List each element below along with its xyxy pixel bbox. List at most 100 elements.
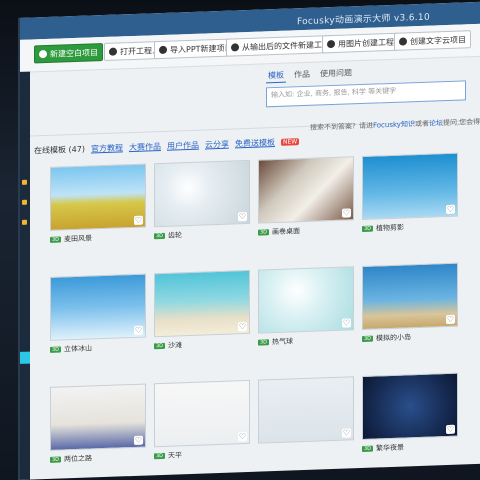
template-card[interactable]: ♡ 3D 模拟的小岛 xyxy=(362,262,458,344)
template-title: 热气球 xyxy=(272,337,294,347)
template-thumbnail[interactable]: ♡ xyxy=(50,383,146,451)
heart-icon[interactable]: ♡ xyxy=(238,432,247,442)
template-caption: 3D 天平 xyxy=(154,448,250,461)
template-card[interactable]: ♡ 3D 画卷桌面 xyxy=(258,156,354,237)
heart-icon[interactable]: ♡ xyxy=(238,212,247,222)
template-title: 两位之路 xyxy=(64,454,93,464)
template-badge: 3D xyxy=(50,456,62,463)
template-title: 画卷桌面 xyxy=(272,227,301,237)
template-caption xyxy=(258,444,354,448)
template-badge: 3D xyxy=(362,445,374,452)
template-caption: 3D 植物剪影 xyxy=(362,221,458,234)
heart-icon[interactable]: ♡ xyxy=(342,208,351,218)
template-badge: 3D xyxy=(50,236,62,243)
search-area: 模板 作品 使用问题 输入如: 企业, 商务, 报告, 科学 等关键字 xyxy=(266,62,480,120)
hint-prefix: 搜索不到答案？请进 xyxy=(310,121,373,132)
template-badge: 3D xyxy=(258,229,270,236)
template-thumbnail[interactable]: ♡ xyxy=(362,372,458,440)
template-thumbnail[interactable]: ♡ xyxy=(154,379,250,448)
template-thumbnail[interactable]: ♡ xyxy=(50,163,146,231)
heart-icon[interactable]: ♡ xyxy=(134,215,143,225)
template-card[interactable]: ♡ 3D 热气球 xyxy=(258,266,354,347)
template-title: 立体冰山 xyxy=(64,344,93,354)
template-thumbnail[interactable]: ♡ xyxy=(362,152,458,220)
template-caption: 3D 繁华夜景 xyxy=(362,441,458,454)
template-caption: 3D 模拟的小岛 xyxy=(362,331,458,344)
sidebar-marker[interactable] xyxy=(22,179,27,185)
new-blank-project-button[interactable]: 新建空白项目 xyxy=(34,43,103,64)
create-from-image-button[interactable]: 用图片创建工程 xyxy=(322,32,399,54)
left-sidebar xyxy=(20,71,30,480)
tab-questions[interactable]: 使用问题 xyxy=(318,66,354,81)
filter-cloud-share[interactable]: 云分享 xyxy=(205,139,229,151)
template-card[interactable]: ♡ 3D 齿轮 xyxy=(154,159,250,241)
template-thumbnail[interactable]: ♡ xyxy=(50,273,146,341)
template-caption: 3D 麦田风景 xyxy=(50,232,146,245)
window-title: Focusky动画演示大师 v3.6.10 xyxy=(296,12,430,28)
template-caption: 3D 热气球 xyxy=(258,334,354,347)
template-card[interactable]: ♡ 3D 两位之路 xyxy=(50,383,146,465)
template-thumbnail[interactable]: ♡ xyxy=(258,156,354,224)
template-card[interactable]: ♡ xyxy=(258,376,354,448)
template-card[interactable]: ♡ 3D 天平 xyxy=(154,379,250,461)
heart-icon[interactable]: ♡ xyxy=(238,322,247,332)
template-card[interactable]: ♡ 3D 繁华夜景 xyxy=(362,372,458,454)
template-thumbnail[interactable]: ♡ xyxy=(258,266,354,334)
search-input[interactable]: 输入如: 企业, 商务, 报告, 科学 等关键字 xyxy=(266,80,466,108)
sidebar-marker[interactable] xyxy=(22,219,27,225)
sidebar-marker[interactable] xyxy=(22,199,27,205)
create-text-cloud-label: 创建文字云项目 xyxy=(410,34,466,46)
new-from-output-button[interactable]: 从输出后的文件新建工程 xyxy=(226,34,335,57)
sidebar-active-tab[interactable] xyxy=(20,351,30,364)
template-thumbnail[interactable]: ♡ xyxy=(258,376,354,444)
filter-free-templates[interactable]: 免费送模板 xyxy=(235,137,275,149)
new-from-output-label: 从输出后的文件新建工程 xyxy=(242,39,330,52)
tab-templates[interactable]: 模板 xyxy=(266,68,286,84)
hint-knowledge-link[interactable]: Focusky知识 xyxy=(373,120,415,129)
template-card[interactable]: ♡ 3D 立体冰山 xyxy=(50,273,146,355)
template-badge: 3D xyxy=(154,232,166,240)
heart-icon[interactable]: ♡ xyxy=(446,314,455,325)
template-thumbnail[interactable]: ♡ xyxy=(154,269,250,338)
hint-suffix: 提问,您会得到 xyxy=(442,117,480,128)
app-window: Focusky动画演示大师 v3.6.10 新建空白项目 打开工程... 导入P… xyxy=(18,1,480,480)
search-placeholder: 输入如: 企业, 商务, 报告, 科学 等关键字 xyxy=(271,86,397,100)
heart-icon[interactable]: ♡ xyxy=(446,424,455,435)
template-caption: 3D 沙滩 xyxy=(154,338,250,351)
filter-contest-works[interactable]: 大赛作品 xyxy=(129,141,161,153)
create-text-cloud-button[interactable]: 创建文字云项目 xyxy=(394,30,471,51)
heart-icon[interactable]: ♡ xyxy=(342,318,351,328)
template-caption: 3D 画卷桌面 xyxy=(258,224,354,237)
template-badge: 3D xyxy=(362,335,374,342)
heart-icon[interactable]: ♡ xyxy=(134,325,143,335)
heart-icon[interactable]: ♡ xyxy=(134,435,143,445)
template-caption: 3D 两位之路 xyxy=(50,452,146,465)
cloud-icon xyxy=(399,37,407,46)
template-caption: 3D 立体冰山 xyxy=(50,342,146,355)
template-card[interactable]: ♡ 3D 沙滩 xyxy=(154,269,250,351)
import-ppt-button[interactable]: 导入PPT新建项目 xyxy=(154,38,238,60)
image-icon xyxy=(327,39,335,49)
online-templates-count: 在线模板 (47) xyxy=(34,144,85,156)
tab-works[interactable]: 作品 xyxy=(292,68,312,83)
template-thumbnail[interactable]: ♡ xyxy=(154,159,250,228)
plus-icon xyxy=(39,49,47,59)
template-title: 齿轮 xyxy=(168,231,183,240)
template-badge: 3D xyxy=(258,339,270,346)
new-badge: NEW xyxy=(280,138,300,146)
ppt-icon xyxy=(159,45,167,55)
folder-icon xyxy=(109,47,117,56)
hint-forum-link[interactable]: 论坛 xyxy=(429,119,443,127)
heart-icon[interactable]: ♡ xyxy=(446,204,455,215)
heart-icon[interactable]: ♡ xyxy=(342,428,351,438)
template-filter: 在线模板 (47) 官方教程 大赛作品 用户作品 云分享 免费送模板 NEW xyxy=(34,136,300,156)
filter-official-tutorials[interactable]: 官方教程 xyxy=(91,142,123,154)
filter-user-works[interactable]: 用户作品 xyxy=(167,140,199,152)
template-thumbnail[interactable]: ♡ xyxy=(362,262,458,330)
template-title: 植物剪影 xyxy=(376,223,405,233)
template-card[interactable]: ♡ 3D 植物剪影 xyxy=(362,152,458,234)
template-card[interactable]: ♡ 3D 麦田风景 xyxy=(50,163,146,245)
new-blank-project-label: 新建空白项目 xyxy=(50,47,98,59)
create-from-image-label: 用图片创建工程 xyxy=(338,37,394,49)
template-title: 沙滩 xyxy=(168,341,183,350)
